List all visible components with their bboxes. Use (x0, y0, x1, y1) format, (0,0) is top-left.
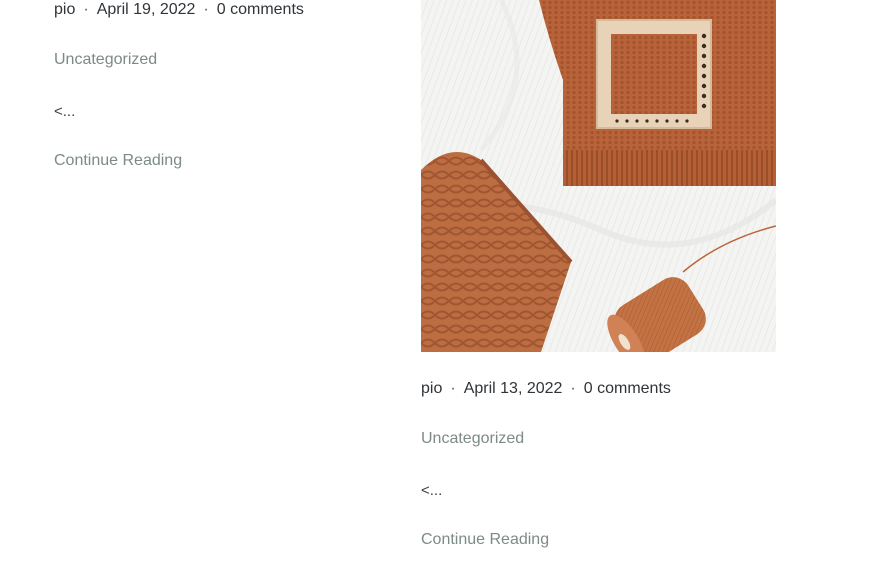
post-comments-link[interactable]: 0 comments (584, 380, 671, 397)
post-author-link[interactable]: pio (54, 1, 75, 18)
post-category-link[interactable]: Uncategorized (421, 429, 524, 449)
meta-separator: · (83, 1, 89, 18)
post-meta: pio · April 19, 2022 · 0 comments (54, 0, 304, 20)
post-date-link[interactable]: April 13, 2022 (464, 380, 563, 397)
post-meta: pio · April 13, 2022 · 0 comments (421, 379, 671, 399)
post-excerpt: <... (54, 103, 76, 120)
meta-separator: · (450, 380, 456, 397)
post-category-link[interactable]: Uncategorized (54, 50, 157, 70)
post-author-link[interactable]: pio (421, 380, 442, 397)
post-comments-link[interactable]: 0 comments (217, 1, 304, 18)
blog-listing: pio · April 19, 2022 · 0 comments Uncategori… (0, 0, 880, 568)
continue-reading-link[interactable]: Continue Reading (421, 530, 549, 550)
meta-separator: · (203, 1, 209, 18)
post-date-link[interactable]: April 19, 2022 (97, 1, 196, 18)
post-thumbnail-image[interactable] (421, 0, 776, 352)
continue-reading-link[interactable]: Continue Reading (54, 151, 182, 171)
post-excerpt: <... (421, 482, 443, 499)
meta-separator: · (570, 380, 576, 397)
